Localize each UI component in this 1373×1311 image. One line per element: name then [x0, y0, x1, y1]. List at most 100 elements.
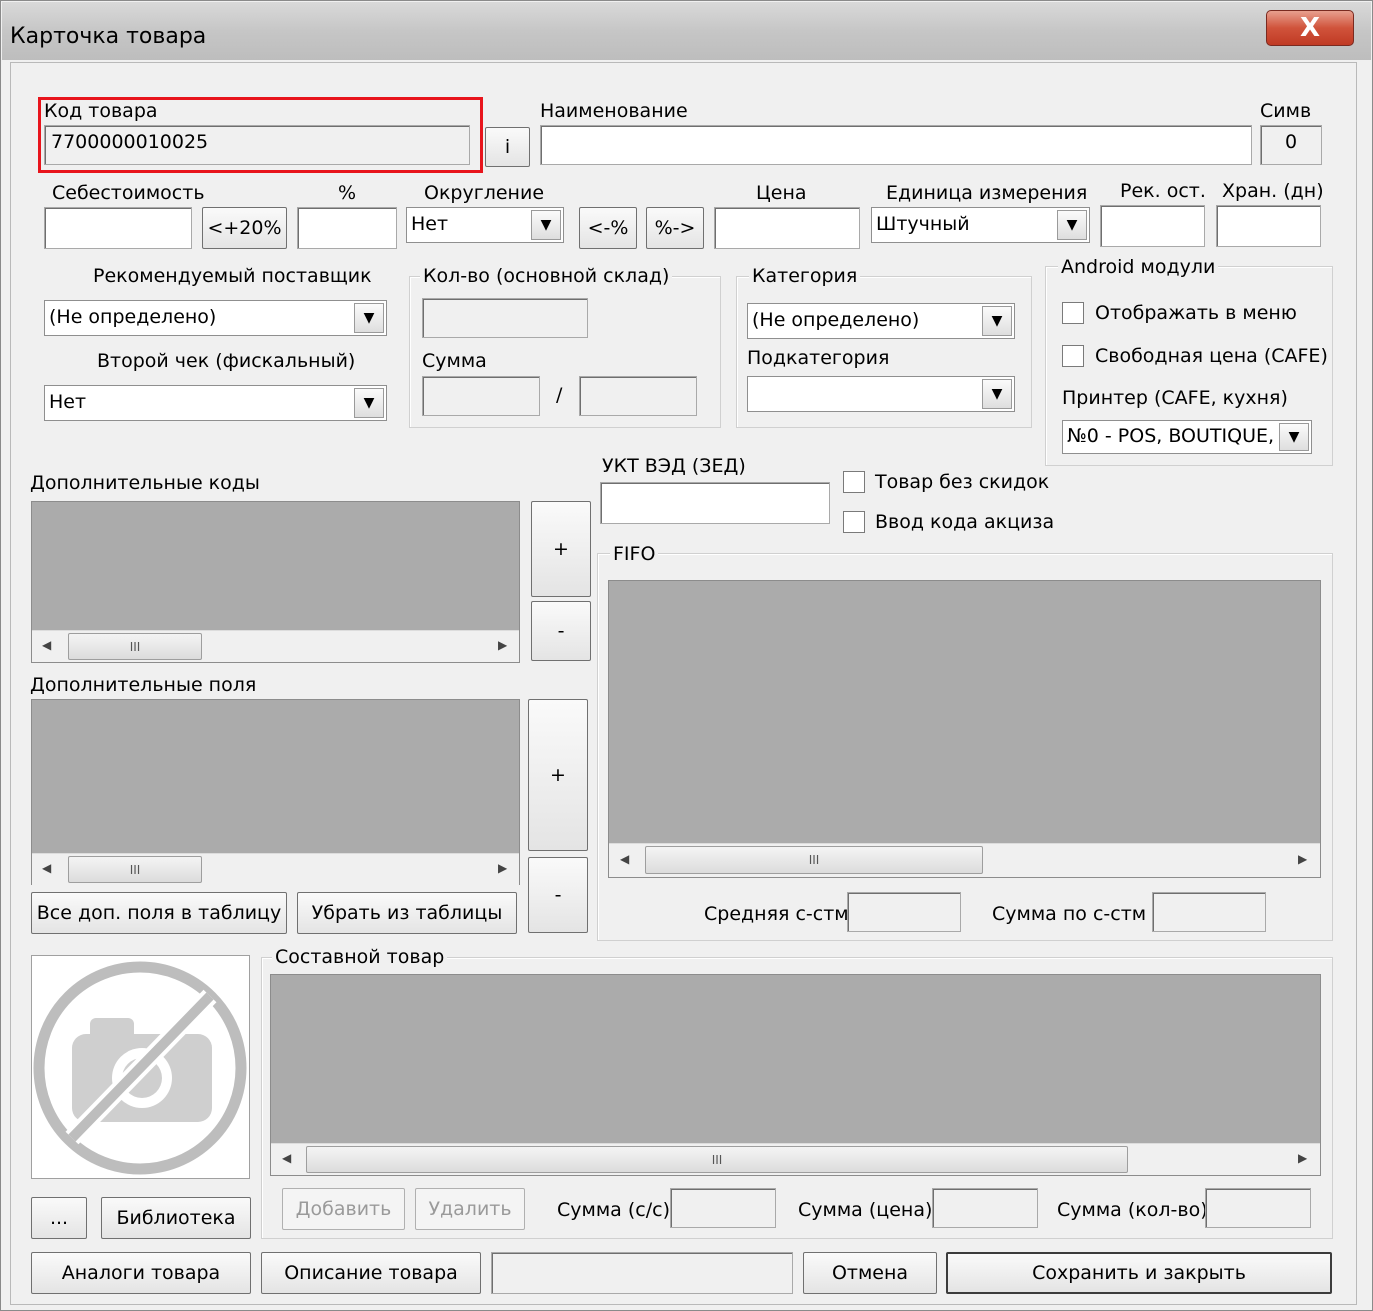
plus20-button[interactable]: <+20% [202, 207, 287, 249]
window-title: Карточка товара [10, 24, 207, 49]
chevron-down-icon[interactable]: ▼ [1057, 210, 1087, 240]
name-label: Наименование [540, 100, 688, 122]
sum-label: Сумма [422, 350, 487, 372]
description-button[interactable]: Описание товара [261, 1252, 481, 1294]
quantity-group-title: Кол-во (основной склад) [420, 265, 673, 287]
composite-add-button[interactable]: Добавить [282, 1188, 405, 1230]
supplier-value: (Не определено) [49, 306, 217, 328]
scroll-right-icon[interactable]: ▶ [1298, 852, 1307, 866]
avg-cost-label: Средняя с-стм [704, 903, 849, 925]
pct-to-button[interactable]: %-> [646, 207, 704, 249]
cost-label: Себестоимость [52, 182, 205, 204]
show-menu-checkbox[interactable] [1062, 302, 1084, 324]
title-bar[interactable] [2, 2, 1371, 60]
extra-codes-add-button[interactable]: + [531, 501, 591, 597]
ukt-field[interactable] [600, 482, 830, 524]
printer-value: №0 - POS, BOUTIQUE, ( [1067, 425, 1288, 447]
excise-checkbox[interactable] [843, 511, 865, 533]
unit-value: Штучный [876, 213, 970, 235]
cost-field[interactable] [44, 207, 192, 249]
ukt-label: УКТ ВЭД (ЗЕД) [602, 455, 746, 477]
chars-field: 0 [1260, 125, 1322, 165]
second-check-value: Нет [49, 391, 87, 413]
chevron-down-icon[interactable]: ▼ [982, 379, 1012, 409]
percent-label: % [338, 182, 357, 204]
scroll-right-icon[interactable]: ▶ [498, 638, 507, 652]
remove-from-table-button[interactable]: Убрать из таблицы [297, 892, 517, 934]
code-label: Код товара [44, 100, 158, 122]
extra-codes-label: Дополнительные коды [30, 472, 260, 494]
sum-field-2 [579, 376, 697, 416]
show-menu-label: Отображать в меню [1095, 302, 1297, 324]
chevron-down-icon[interactable]: ▼ [1279, 423, 1309, 451]
price-label: Цена [756, 182, 807, 204]
scroll-thumb[interactable]: III [645, 846, 983, 874]
supplier-label: Рекомендуемый поставщик [93, 265, 372, 287]
sum-cost-label: Сумма по с-стм [992, 903, 1147, 925]
minus-pct-button[interactable]: <-% [579, 207, 637, 249]
second-check-select[interactable]: Нет ▼ [44, 385, 387, 421]
fifo-group-title: FIFO [610, 543, 659, 565]
percent-field[interactable] [297, 207, 397, 249]
unit-label: Единица измерения [886, 182, 1088, 204]
scroll-left-icon[interactable]: ◀ [282, 1151, 291, 1165]
no-photo-icon [33, 961, 247, 1175]
scroll-right-icon[interactable]: ▶ [498, 861, 507, 875]
category-group-title: Категория [749, 265, 861, 287]
extra-codes-remove-button[interactable]: - [531, 601, 591, 661]
scroll-left-icon[interactable]: ◀ [42, 638, 51, 652]
sum-cost-field [1152, 892, 1266, 932]
category-select[interactable]: (Не определено) ▼ [747, 303, 1015, 339]
sum-price-field [932, 1188, 1038, 1228]
scroll-thumb[interactable]: III [68, 633, 202, 660]
scroll-left-icon[interactable]: ◀ [620, 852, 629, 866]
storage-label: Хран. (дн) [1222, 180, 1324, 202]
extra-fields-label: Дополнительные поля [30, 674, 257, 696]
subcategory-label: Подкатегория [747, 347, 890, 369]
quantity-field [422, 298, 588, 338]
chevron-down-icon[interactable]: ▼ [354, 303, 384, 333]
scroll-thumb[interactable]: III [68, 856, 202, 883]
close-button[interactable]: X [1266, 10, 1354, 46]
chars-label: Симв [1260, 100, 1312, 122]
sum-cc-field [670, 1188, 776, 1228]
printer-select[interactable]: №0 - POS, BOUTIQUE, ( ▼ [1062, 420, 1312, 454]
sum-price-label: Сумма (цена) [798, 1199, 933, 1221]
supplier-select[interactable]: (Не определено) ▼ [44, 300, 387, 336]
free-price-checkbox[interactable] [1062, 345, 1084, 367]
no-discount-checkbox[interactable] [843, 471, 865, 493]
composite-delete-button[interactable]: Удалить [415, 1188, 525, 1230]
extra-fields-add-button[interactable]: + [528, 699, 588, 851]
code-field[interactable]: 7700000010025 [44, 125, 470, 165]
scroll-right-icon[interactable]: ▶ [1298, 1151, 1307, 1165]
subcategory-select[interactable]: ▼ [747, 376, 1015, 412]
chevron-down-icon[interactable]: ▼ [354, 388, 384, 418]
price-field[interactable] [714, 207, 860, 249]
analogs-button[interactable]: Аналоги товара [31, 1252, 251, 1294]
rounding-select[interactable]: Нет ▼ [406, 207, 564, 243]
unit-select[interactable]: Штучный ▼ [871, 207, 1090, 243]
excise-label: Ввод кода акциза [875, 511, 1055, 533]
sum-field-1 [422, 376, 540, 416]
photo-more-button[interactable]: ... [31, 1197, 87, 1239]
storage-field[interactable] [1216, 205, 1321, 247]
second-check-label: Второй чек (фискальный) [97, 350, 356, 372]
cancel-button[interactable]: Отмена [803, 1252, 937, 1294]
info-button[interactable]: i [485, 127, 530, 167]
extra-fields-remove-button[interactable]: - [528, 857, 588, 933]
free-price-label: Свободная цена (CAFE) [1095, 345, 1328, 367]
sum-cc-label: Сумма (с/с) [557, 1199, 670, 1221]
rec-rest-field[interactable] [1100, 205, 1205, 247]
library-button[interactable]: Библиотека [101, 1197, 251, 1239]
product-photo[interactable] [31, 955, 250, 1179]
all-to-table-button[interactable]: Все доп. поля в таблицу [31, 892, 287, 934]
fifo-grid[interactable] [608, 580, 1321, 878]
android-group-title: Android модули [1058, 256, 1219, 278]
chevron-down-icon[interactable]: ▼ [982, 306, 1012, 336]
name-field[interactable] [540, 125, 1252, 165]
scroll-thumb[interactable]: III [306, 1146, 1128, 1173]
rounding-label: Округление [424, 182, 545, 204]
save-close-button[interactable]: Сохранить и закрыть [946, 1252, 1332, 1294]
chevron-down-icon[interactable]: ▼ [531, 210, 561, 240]
scroll-left-icon[interactable]: ◀ [42, 861, 51, 875]
